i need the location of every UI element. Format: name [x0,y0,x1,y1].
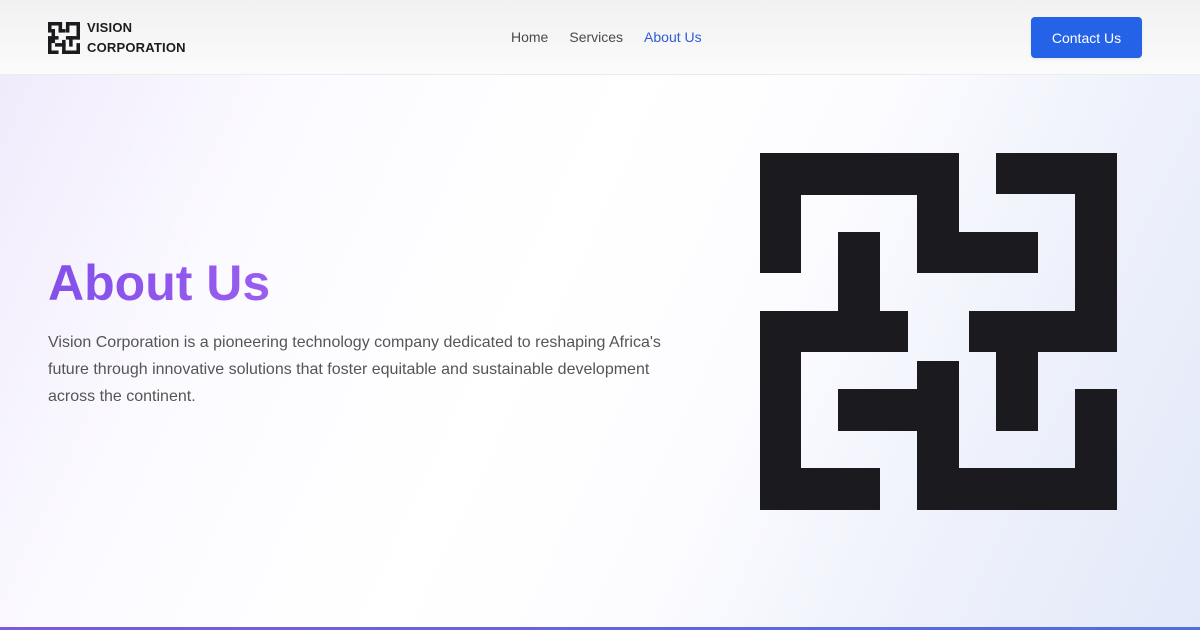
contact-us-button[interactable]: Contact Us [1031,17,1142,58]
brand[interactable]: VISION CORPORATION [48,18,186,58]
maze-logo-icon [760,153,1117,510]
hero-description: Vision Corporation is a pioneering techn… [48,334,661,405]
brand-name: VISION CORPORATION [87,18,186,58]
navbar: VISION CORPORATION Home Services About U… [0,0,1200,75]
brand-name-line1: VISION [87,20,133,35]
nav-link-home[interactable]: Home [511,28,548,46]
main-nav: Home Services About Us [511,28,702,46]
brand-name-line2: CORPORATION [87,40,186,55]
nav-link-about-us[interactable]: About Us [644,28,702,46]
maze-logo-icon [48,22,80,54]
nav-link-services[interactable]: Services [569,28,623,46]
page-title: About Us [48,252,270,314]
